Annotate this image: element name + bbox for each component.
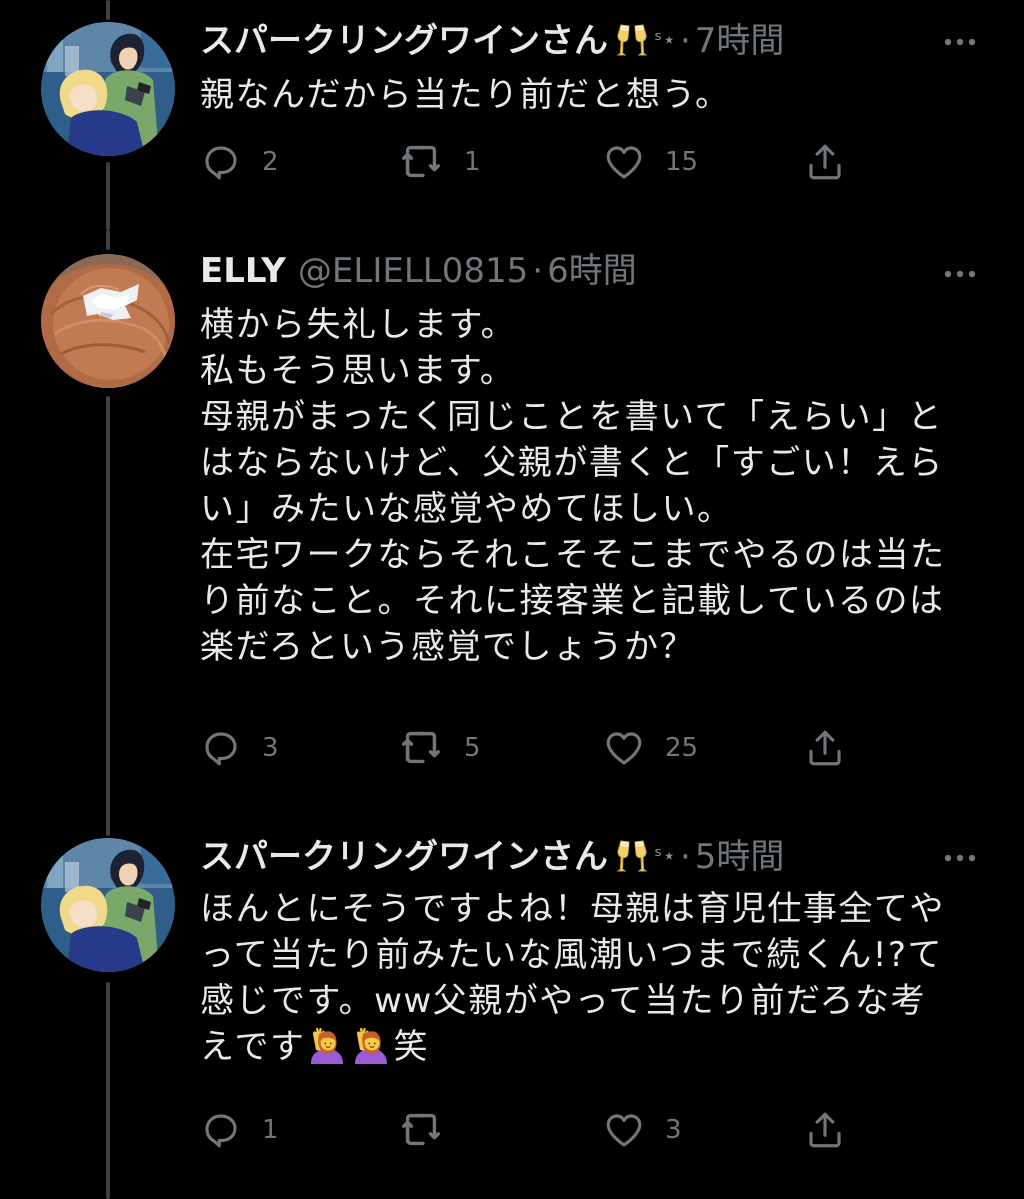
separator: · — [679, 21, 691, 61]
reply-button[interactable]: 3 — [200, 726, 279, 770]
anime-illustration-avatar — [41, 22, 175, 156]
reply-count: 3 — [262, 733, 279, 763]
thread-line — [106, 0, 110, 20]
person-raising-hand-icon — [351, 1024, 391, 1064]
timestamp[interactable]: 7時間 — [695, 19, 785, 63]
clinking-glasses-icon — [612, 837, 652, 877]
sparkles-icon: ˢ⋆ — [654, 28, 676, 53]
like-count: 25 — [665, 733, 699, 763]
retweet-icon — [398, 1107, 444, 1153]
tweet-text-line: 親なんだから当たり前だと想う。 — [200, 75, 731, 115]
person-raising-hand-icon — [307, 1024, 347, 1064]
retweet-count: 5 — [464, 733, 481, 763]
tweet-text: 親なんだから当たり前だと想う。 — [200, 72, 984, 118]
tweet-text: 横から失礼します。 私もそう思います。 母親がまったく同じことを書いて「えらい」… — [200, 302, 984, 670]
reply-count: 1 — [262, 1115, 279, 1145]
timestamp[interactable]: 5時間 — [695, 835, 785, 879]
tweet-text-line: 母親がまったく同じことを書いて「えらい」と — [200, 397, 944, 437]
more-icon[interactable] — [942, 36, 978, 48]
thread-line — [106, 982, 110, 1199]
display-name[interactable]: ELLY — [200, 249, 286, 293]
retweet-icon — [398, 725, 444, 771]
anime-illustration-avatar — [41, 838, 175, 972]
heart-icon — [603, 1109, 645, 1151]
thread-line — [106, 230, 110, 250]
tweet-actions: 1 3 — [200, 1108, 860, 1152]
reply-icon — [200, 1109, 242, 1151]
reply-count: 2 — [262, 147, 279, 177]
tweet[interactable]: スパークリングワインさん ˢ⋆ · 5時間 ほんとにそうですよね！母親は育児仕事… — [0, 816, 1024, 1199]
share-button[interactable] — [804, 140, 846, 184]
tweet-text-line: り前なこと。それに接客業と記載しているのは — [200, 581, 945, 621]
share-button[interactable] — [804, 726, 846, 770]
tweet-text-line: って当たり前みたいな風潮いつまで続くん!?て — [200, 935, 943, 975]
reply-icon — [200, 141, 242, 183]
clinking-glasses-icon — [612, 21, 652, 61]
tweet-text-line: 在宅ワークならそれこそそこまでやるのは当た — [200, 535, 946, 575]
thread-line — [106, 396, 110, 830]
reply-button[interactable]: 1 — [200, 1108, 279, 1152]
tweet-text: ほんとにそうですよね！母親は育児仕事全てや って当たり前みたいな風潮いつまで続く… — [200, 886, 984, 1070]
tweet[interactable]: ELLY @ELIELL0815 · 6時間 横から失礼します。 私もそう思いま… — [0, 230, 1024, 830]
tweet-text-line: ほんとにそうですよね！母親は育児仕事全てや — [200, 889, 945, 929]
thread-line — [106, 816, 110, 836]
separator: · — [679, 837, 691, 877]
like-count: 3 — [665, 1115, 682, 1145]
display-name[interactable]: スパークリングワインさん — [200, 19, 608, 63]
tweet[interactable]: スパークリングワインさん ˢ⋆ · 7時間 親なんだから当たり前だと想う。 2 … — [0, 0, 1024, 230]
tweet-header: ELLY @ELIELL0815 · 6時間 — [200, 246, 984, 296]
avatar[interactable] — [41, 22, 175, 156]
tweet-text-segment: 笑 — [393, 1027, 429, 1067]
reply-button[interactable]: 2 — [200, 140, 279, 184]
tweet-text-line: 楽だろという感覚でしょうか？ — [200, 627, 695, 667]
user-handle[interactable]: @ELIELL0815 — [298, 249, 528, 293]
retweet-button[interactable]: 1 — [398, 140, 481, 184]
avatar[interactable] — [41, 254, 175, 388]
tweet-text-line: 横から失礼します。 — [200, 305, 517, 345]
more-icon[interactable] — [942, 268, 978, 280]
tweet-header: スパークリングワインさん ˢ⋆ · 7時間 — [200, 16, 984, 66]
like-button[interactable]: 3 — [603, 1108, 682, 1152]
tweet-header: スパークリングワインさん ˢ⋆ · 5時間 — [200, 832, 984, 882]
retweet-button[interactable] — [398, 1108, 464, 1152]
display-name[interactable]: スパークリングワインさん — [200, 835, 608, 879]
hair-clip-photo-avatar — [41, 254, 175, 388]
like-button[interactable]: 15 — [603, 140, 698, 184]
separator: · — [532, 251, 544, 291]
retweet-icon — [398, 139, 444, 185]
share-icon — [804, 727, 846, 769]
tweet-text-line: 私もそう思います。 — [200, 351, 516, 391]
tweet-text-line: い」みたいな感覚やめてほしい。 — [200, 489, 733, 529]
retweet-button[interactable]: 5 — [398, 726, 481, 770]
share-icon — [804, 1109, 846, 1151]
tweet-text-line: はならないけど、父親が書くと「すごい！えら — [200, 443, 944, 483]
share-button[interactable] — [804, 1108, 846, 1152]
heart-icon — [603, 727, 645, 769]
tweet-actions: 2 1 15 — [200, 140, 860, 184]
tweet-text-segment: えです — [200, 1027, 306, 1067]
sparkles-icon: ˢ⋆ — [654, 844, 676, 869]
share-icon — [804, 141, 846, 183]
like-button[interactable]: 25 — [603, 726, 698, 770]
like-count: 15 — [665, 147, 699, 177]
reply-icon — [200, 727, 242, 769]
thread-line — [106, 162, 110, 230]
avatar[interactable] — [41, 838, 175, 972]
tweet-text-line: 感じです。ww父親がやって当たり前だろな考 — [200, 981, 926, 1021]
tweet-text-line: えです 笑 — [200, 1024, 984, 1070]
retweet-count: 1 — [464, 147, 481, 177]
more-icon[interactable] — [942, 852, 978, 864]
tweet-actions: 3 5 25 — [200, 726, 860, 770]
tweet-thread: スパークリングワインさん ˢ⋆ · 7時間 親なんだから当たり前だと想う。 2 … — [0, 0, 1024, 1199]
heart-icon — [603, 141, 645, 183]
timestamp[interactable]: 6時間 — [547, 249, 637, 293]
